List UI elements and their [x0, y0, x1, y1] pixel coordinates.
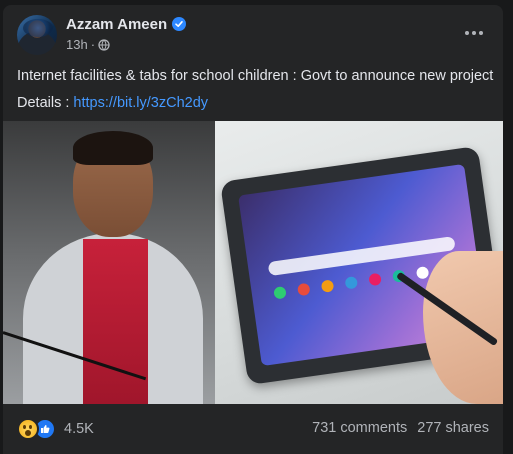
reactions-summary[interactable]: 4.5K	[17, 418, 94, 440]
author-avatar[interactable]	[17, 15, 57, 55]
post-timestamp[interactable]: 13h	[66, 37, 88, 52]
image-left-panel	[3, 121, 215, 404]
post-card: Azzam Ameen 13h · Internet facilities & t…	[3, 5, 503, 454]
post-image[interactable]	[3, 121, 503, 404]
post-details-line: Details : https://bit.ly/3zCh2dy	[17, 93, 497, 113]
avatar-backdrop	[23, 19, 53, 37]
post-header: Azzam Ameen 13h ·	[3, 5, 503, 65]
author-name[interactable]: Azzam Ameen	[66, 16, 167, 33]
author-name-row: Azzam Ameen	[66, 16, 187, 33]
post-meta: 13h ·	[66, 37, 110, 54]
person-scarf	[83, 239, 148, 404]
person-hair	[73, 131, 153, 165]
post-text: Internet facilities & tabs for school ch…	[17, 66, 497, 113]
comments-count[interactable]: 731 comments	[312, 420, 407, 436]
post-text-line: Internet facilities & tabs for school ch…	[17, 68, 494, 84]
post-footer: 4.5K 731 comments 277 shares	[3, 404, 503, 454]
globe-icon	[98, 39, 110, 54]
meta-separator: ·	[90, 37, 96, 52]
verified-badge-icon	[172, 17, 187, 31]
more-options-icon[interactable]	[459, 21, 489, 45]
wow-reaction-icon	[17, 418, 39, 440]
shares-count[interactable]: 277 shares	[417, 420, 489, 436]
post-link[interactable]: https://bit.ly/3zCh2dy	[73, 95, 208, 111]
reaction-count: 4.5K	[64, 421, 94, 437]
details-label: Details :	[17, 95, 74, 111]
engagement-counts: 731 comments 277 shares	[312, 420, 489, 436]
